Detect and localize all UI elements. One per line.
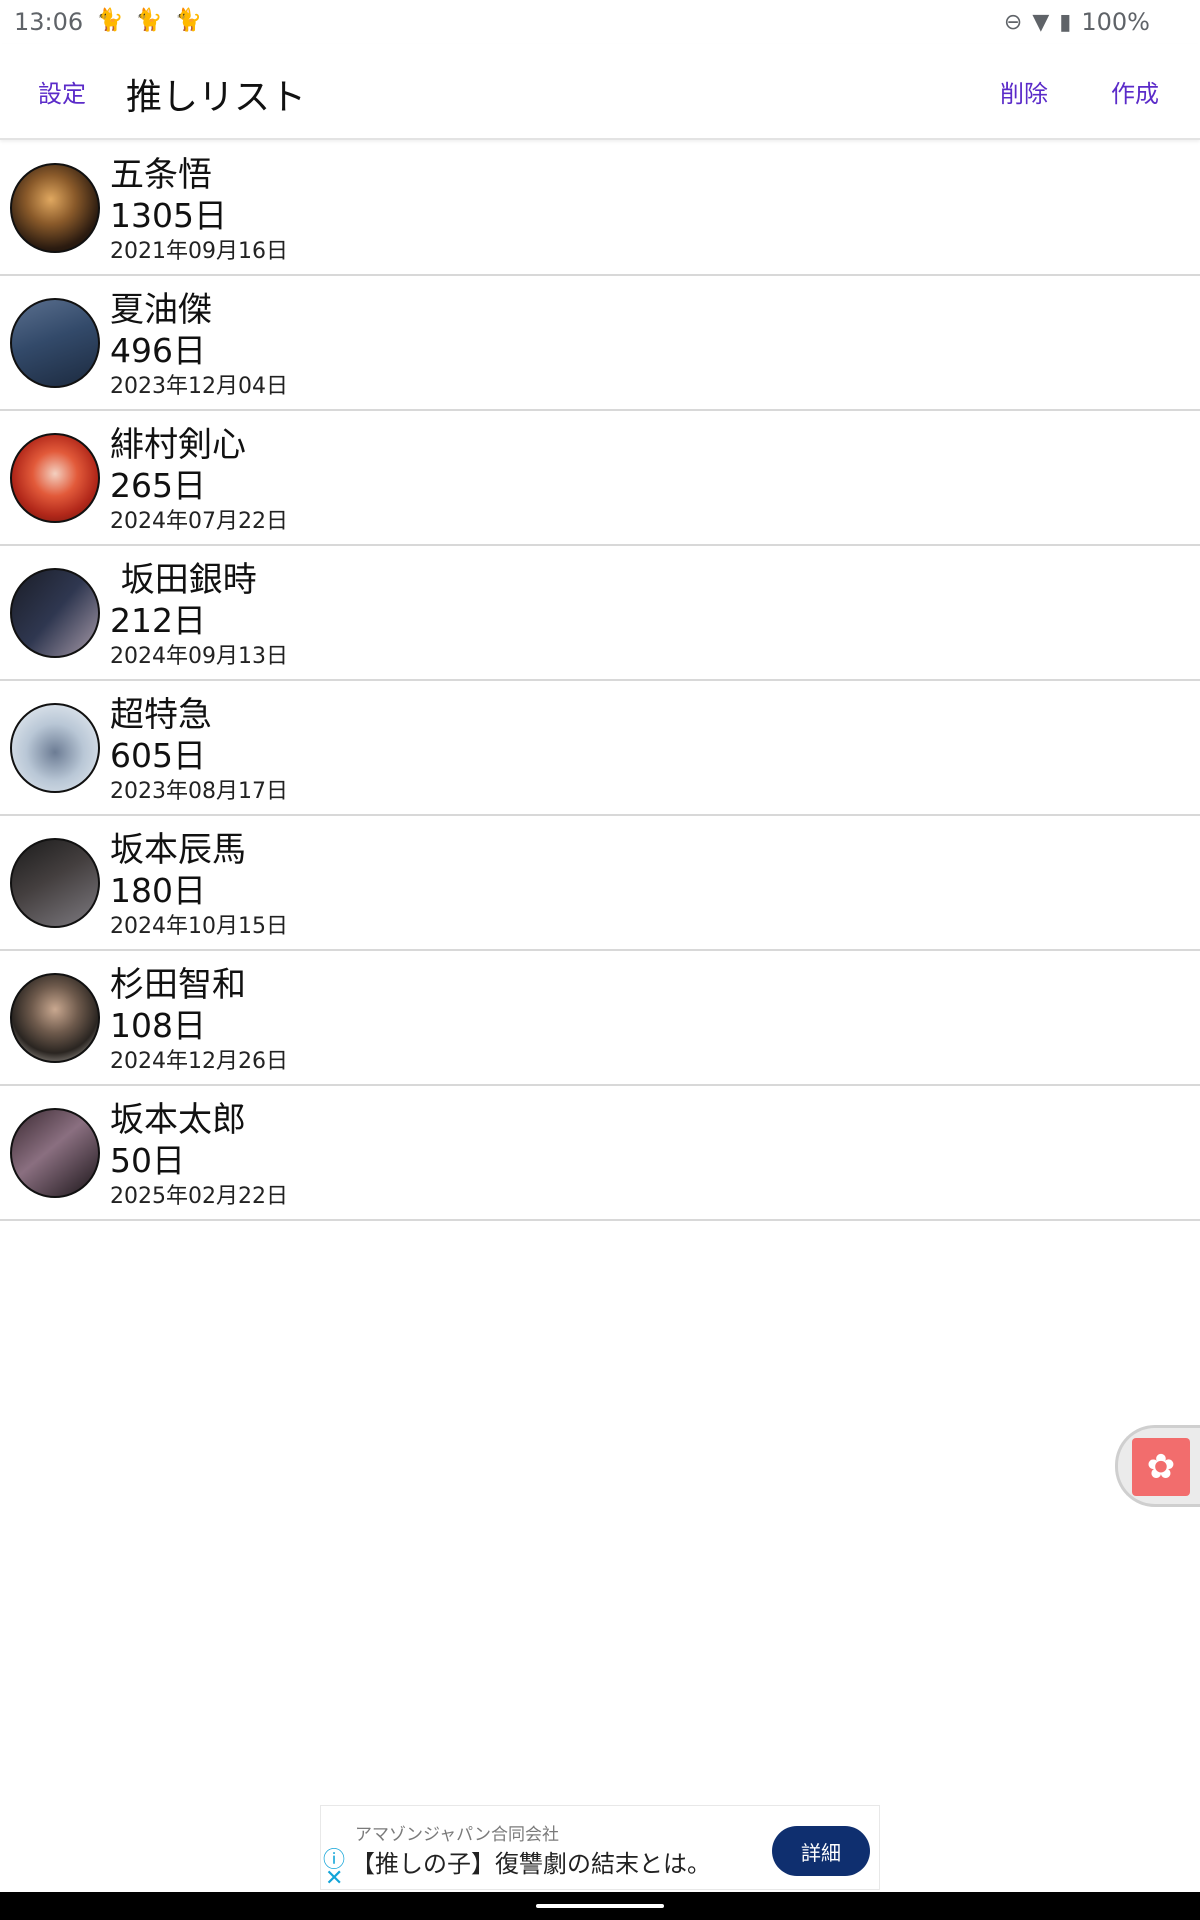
list-item[interactable]: 五条悟 1305日 2021年09月16日 [0,141,1200,276]
avatar [10,838,100,928]
avatar [10,163,100,253]
avatar [10,568,100,658]
list-item[interactable]: 夏油傑 496日 2023年12月04日 [0,276,1200,411]
avatar [10,298,100,388]
settings-button[interactable]: 設定 [38,74,86,109]
ad-sponsor: アマゾンジャパン合同会社 [355,1825,559,1845]
ad-banner[interactable]: ⓘ ✕ アマゾンジャパン合同会社 【推しの子】復讐劇の結末とは。 詳細 [320,1805,880,1891]
item-date: 2024年12月26日 [110,1049,288,1074]
cat-icon: 🐈 [96,8,124,33]
cat-icon: 🐈 [135,8,163,33]
list-item[interactable]: 坂本太郎 50日 2025年02月22日 [0,1086,1200,1221]
avatar [10,1108,100,1198]
item-date: 2021年09月16日 [110,239,288,264]
item-days: 605日 [110,736,206,775]
status-bar: 13:06 🐈 🐈 🐈 ⊖ ▼ ▮ 100% [0,0,1200,44]
item-date: 2023年12月04日 [110,374,288,399]
item-days: 50日 [110,1141,185,1180]
list-item[interactable]: 坂田銀時 212日 2024年09月13日 [0,546,1200,681]
item-days: 212日 [110,601,206,640]
avatar [10,703,100,793]
ad-headline: 【推しの子】復讐劇の結末とは。 [351,1850,711,1878]
create-button[interactable]: 作成 [1111,74,1159,109]
status-time: 13:06 [14,8,84,36]
item-days: 496日 [110,331,206,370]
page-title: 推しリスト [126,77,307,118]
floating-shortcut-button[interactable]: ✿ [1115,1425,1200,1507]
battery-level: 100% [1081,8,1150,36]
navigation-bar [0,1892,1200,1920]
item-days: 180日 [110,871,206,910]
oshi-list: 五条悟 1305日 2021年09月16日 夏油傑 496日 2023年12月0… [0,141,1200,1221]
close-icon[interactable]: ✕ [325,1866,343,1891]
item-date: 2025年02月22日 [110,1184,288,1209]
cat-icon: 🐈 [174,8,203,33]
item-days: 1305日 [110,196,227,235]
list-item[interactable]: 杉田智和 108日 2024年12月26日 [0,951,1200,1086]
item-date: 2024年07月22日 [110,509,288,534]
item-days: 108日 [110,1006,206,1045]
status-right: ⊖ ▼ ▮ 100% [1004,8,1150,36]
ad-details-button[interactable]: 詳細 [772,1826,870,1876]
list-item[interactable]: 超特急 605日 2023年08月17日 [0,681,1200,816]
list-item[interactable]: 坂本辰馬 180日 2024年10月15日 [0,816,1200,951]
app-shortcut-icon: ✿ [1132,1438,1190,1496]
item-date: 2024年09月13日 [110,644,288,669]
item-date: 2023年08月17日 [110,779,288,804]
screen: 13:06 🐈 🐈 🐈 ⊖ ▼ ▮ 100% 設定 推しリスト 削除 作成 五条… [0,0,1200,1920]
list-item[interactable]: 緋村剣心 265日 2024年07月22日 [0,411,1200,546]
status-notifications: 🐈 🐈 🐈 [96,8,202,33]
avatar [10,433,100,523]
wifi-icon: ▼ [1032,9,1050,35]
home-handle[interactable] [536,1904,664,1908]
app-bar: 設定 推しリスト 削除 作成 [0,44,1200,140]
dnd-icon: ⊖ [1003,9,1023,35]
avatar [10,973,100,1063]
battery-icon: ▮ [1059,9,1072,35]
delete-button[interactable]: 削除 [1000,74,1048,109]
item-days: 265日 [110,466,206,505]
item-date: 2024年10月15日 [110,914,288,939]
